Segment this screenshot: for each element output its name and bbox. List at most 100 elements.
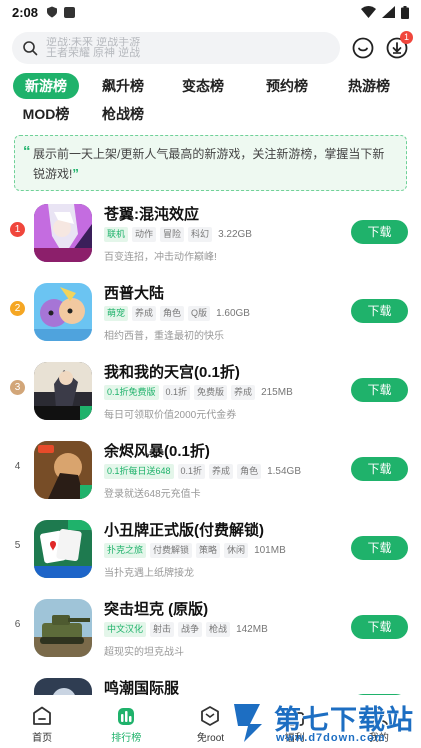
game-description: 百变连招，冲击动作巅峰! — [104, 252, 217, 263]
game-icon — [34, 520, 92, 578]
game-tag: 0.1折 — [177, 463, 206, 479]
rank-badge: 3 — [10, 380, 25, 395]
home-icon — [33, 706, 51, 725]
game-tag: 萌宠 — [104, 305, 129, 321]
game-title: 小丑牌正式版(付费解锁) — [104, 522, 264, 539]
game-tag: 联机 — [104, 226, 129, 242]
rank-badge: 2 — [10, 301, 25, 316]
ranking-icon — [118, 708, 135, 725]
game-description: 登录就送648元充值卡 — [104, 489, 201, 500]
list-item[interactable]: 4 余烬风暴(0.1折) 0.1折每日送648 0.1折 养成 角色 1.54G… — [0, 437, 421, 516]
download-manager-button[interactable]: 1 — [386, 31, 413, 59]
status-bar: 2:08 — [0, 0, 421, 24]
game-size: 101MB — [254, 544, 286, 556]
game-icon — [34, 599, 92, 657]
rank-number: 5 — [14, 540, 21, 551]
tab-mod[interactable]: MOD榜 — [13, 101, 79, 127]
game-title: 我和我的天宫(0.1折) — [104, 364, 240, 381]
game-title: 突击坦克 (原版) — [104, 601, 209, 618]
game-tags: 扑克之旅 付费解锁 策略 休闲 101MB — [104, 542, 286, 558]
search-input[interactable]: 逆战:未来 逆战手游 王者荣耀 原神 逆战 — [12, 32, 340, 64]
game-size: 1.60GB — [216, 307, 250, 319]
download-button[interactable]: 下载 — [351, 536, 408, 560]
battery-icon — [401, 5, 409, 19]
game-title: 余烬风暴(0.1折) — [104, 443, 210, 460]
game-tag: 射击 — [150, 621, 175, 637]
download-badge: 1 — [400, 31, 413, 44]
notice-close-quote: ” — [72, 166, 79, 181]
list-item[interactable]: 5 小丑牌正式版(付费解锁) 扑克之旅 付费解锁 策略 休闲 101MB 当扑克… — [0, 516, 421, 595]
list-item[interactable]: 2 西普大陆 萌宠 养成 角色 Q版 1.60GB 相约西普，重逢最初的快乐 下… — [0, 279, 421, 358]
search-header: 逆战:未来 逆战手游 王者荣耀 原神 逆战 1 — [0, 28, 421, 68]
game-tag: 冒险 — [160, 226, 185, 242]
game-tag: 扑克之旅 — [104, 542, 147, 558]
game-size: 3.22GB — [218, 228, 252, 240]
game-icon — [34, 362, 92, 420]
game-description: 超现实的坦克战斗 — [104, 647, 184, 658]
ranking-tabs: 新游榜 飙升榜 变态榜 预约榜 热游榜 MOD榜 枪战榜 — [0, 72, 421, 128]
game-size: 142MB — [236, 623, 268, 635]
watermark-logo-icon — [234, 704, 262, 742]
notification-square-icon — [64, 6, 76, 18]
game-tag: 0.1折 — [162, 384, 191, 400]
download-button[interactable]: 下载 — [351, 615, 408, 639]
notice-box: “ 展示前一天上架/更新人气最高的新游戏，关注新游榜，掌握当下新锐游戏!” — [14, 135, 407, 191]
nav-ranking[interactable]: 排行榜 — [84, 695, 168, 748]
game-tag: 休闲 — [224, 542, 249, 558]
game-tag: 养成 — [231, 384, 256, 400]
tab-modded[interactable]: 变态榜 — [175, 73, 231, 99]
game-tags: 联机 动作 冒险 科幻 3.22GB — [104, 226, 252, 242]
download-button[interactable]: 下载 — [351, 299, 408, 323]
nav-ranking-label: 排行榜 — [111, 733, 142, 744]
game-description: 相约西普，重逢最初的快乐 — [104, 331, 224, 342]
game-tag: 动作 — [132, 226, 157, 242]
game-tag: 0.1折每日送648 — [104, 463, 174, 479]
list-item[interactable]: 6 突击坦克 (原版) 中文汉化 射击 战争 枪战 142MB 超现实的坦克战斗… — [0, 595, 421, 674]
notice-text: 展示前一天上架/更新人气最高的新游戏，关注新游榜，掌握当下新锐游戏! — [33, 147, 385, 181]
download-button[interactable]: 下载 — [351, 220, 408, 244]
rank-badge: 1 — [10, 222, 25, 237]
watermark: 第七下载站 www.d7down.com — [230, 698, 421, 748]
game-description: 当扑克遇上纸牌接龙 — [104, 568, 194, 579]
game-tag: 免费版 — [194, 384, 228, 400]
tab-preorder[interactable]: 预约榜 — [259, 73, 315, 99]
tab-new-games[interactable]: 新游榜 — [13, 73, 79, 99]
download-button[interactable]: 下载 — [351, 378, 408, 402]
nav-home[interactable]: 首页 — [0, 695, 84, 748]
game-tag: 中文汉化 — [104, 621, 147, 637]
game-tag: 角色 — [237, 463, 262, 479]
list-item[interactable]: 1 苍翼:混沌效应 联机 动作 冒险 科幻 3.22GB 百变连招，冲击动作巅峰… — [0, 200, 421, 279]
game-tag: 养成 — [209, 463, 234, 479]
game-tag: 付费解锁 — [150, 542, 193, 558]
list-item[interactable]: 3 我和我的天宫(0.1折) 0.1折免费版 0.1折 免费版 养成 215MB… — [0, 358, 421, 437]
game-tag: 枪战 — [206, 621, 231, 637]
game-tag: 0.1折免费版 — [104, 384, 159, 400]
search-placeholder: 逆战:未来 逆战手游 王者荣耀 原神 逆战 — [46, 37, 140, 59]
shield-icon — [47, 6, 58, 18]
game-tag: Q版 — [188, 305, 211, 321]
notice-open-quote: “ — [23, 143, 31, 160]
cube-icon — [201, 706, 220, 726]
signal-icon — [382, 6, 395, 18]
game-title: 苍翼:混沌效应 — [104, 206, 199, 223]
game-icon — [34, 204, 92, 262]
tab-hot[interactable]: 热游榜 — [341, 73, 397, 99]
download-button[interactable]: 下载 — [351, 457, 408, 481]
game-icon — [34, 283, 92, 341]
game-tag: 科幻 — [188, 226, 213, 242]
message-icon[interactable] — [352, 37, 374, 59]
game-tag: 角色 — [160, 305, 185, 321]
game-size: 215MB — [261, 386, 293, 398]
search-icon — [23, 41, 38, 56]
rank-number: 4 — [14, 461, 21, 472]
wifi-icon — [361, 6, 376, 18]
game-tags: 0.1折免费版 0.1折 免费版 养成 215MB — [104, 384, 293, 400]
game-tag: 策略 — [196, 542, 221, 558]
game-tag: 战争 — [178, 621, 203, 637]
nav-home-label: 首页 — [32, 733, 53, 744]
game-tags: 中文汉化 射击 战争 枪战 142MB — [104, 621, 268, 637]
tab-shooter[interactable]: 枪战榜 — [95, 101, 151, 127]
tab-rising[interactable]: 飙升榜 — [95, 73, 151, 99]
game-tags: 0.1折每日送648 0.1折 养成 角色 1.54GB — [104, 463, 301, 479]
watermark-url: www.d7down.com — [276, 732, 386, 744]
